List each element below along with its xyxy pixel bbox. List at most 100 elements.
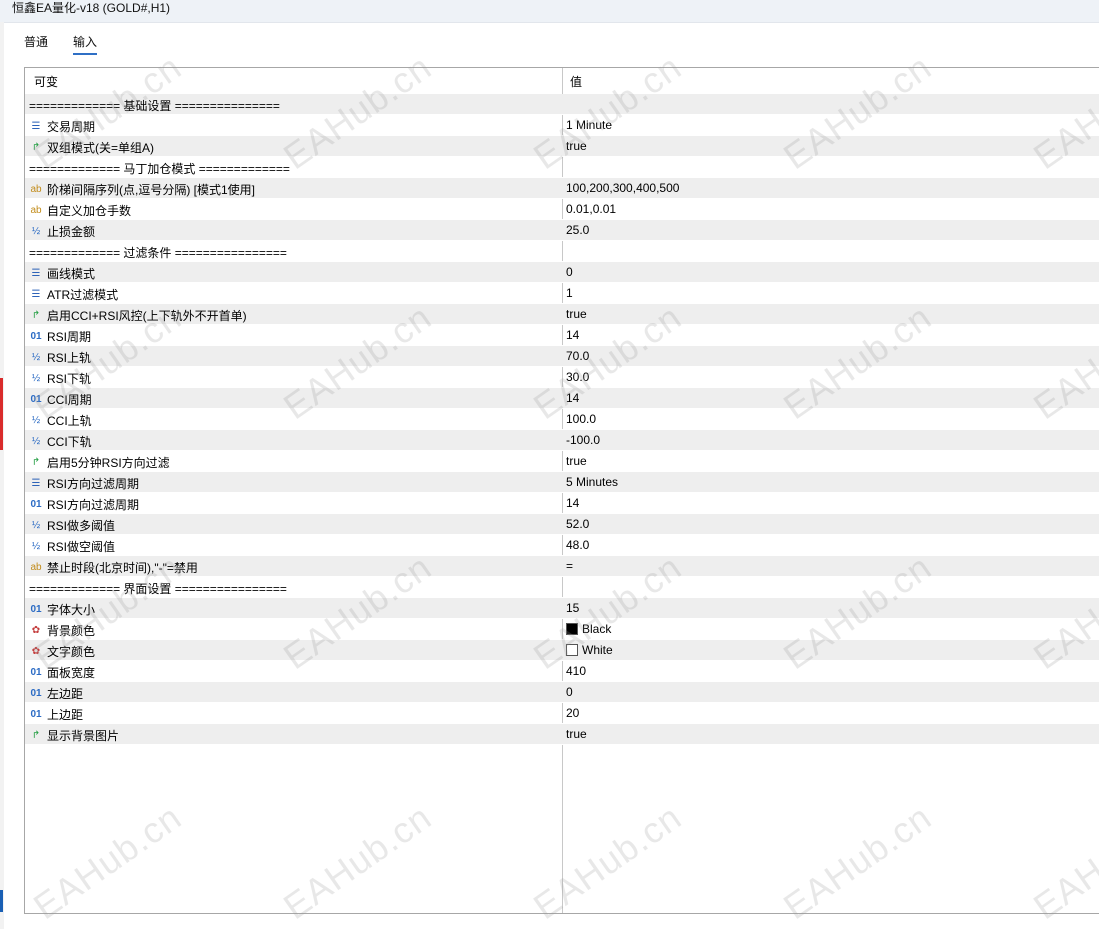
- param-value-text: 25.0: [566, 223, 590, 237]
- param-value-text: 1: [566, 286, 573, 300]
- param-value-text: true: [566, 307, 587, 321]
- param-row[interactable]: 01 左边距 0: [25, 682, 1099, 703]
- param-value[interactable]: 1 Minute: [566, 118, 612, 132]
- bool-icon: ↱: [31, 729, 41, 741]
- param-name-text: ATR过滤模式: [47, 288, 119, 302]
- param-name-text: RSI下轨: [47, 372, 92, 386]
- param-name-text: 阶梯间隔序列(点,逗号分隔) [模式1使用]: [47, 183, 256, 197]
- param-row[interactable]: ½ CCI上轨 100.0: [25, 409, 1099, 430]
- tab-inputs[interactable]: 输入: [73, 33, 98, 55]
- string-icon: ab: [30, 183, 42, 195]
- param-value-text: true: [566, 727, 587, 741]
- param-name: ab 自定义加仓手数: [29, 202, 131, 219]
- header-value[interactable]: 值: [570, 73, 582, 90]
- param-value[interactable]: 15: [566, 601, 579, 615]
- param-row[interactable]: ½ RSI做空阈值 48.0: [25, 535, 1099, 556]
- param-name: ½ RSI下轨: [29, 370, 91, 387]
- param-value-text: 1 Minute: [566, 118, 613, 132]
- param-row[interactable]: ½ RSI上轨 70.0: [25, 346, 1099, 367]
- param-row[interactable]: ☰ RSI方向过滤周期 5 Minutes: [25, 472, 1099, 493]
- param-value[interactable]: 14: [566, 328, 579, 342]
- param-row[interactable]: 01 面板宽度 410: [25, 661, 1099, 682]
- param-row[interactable]: 01 CCI周期 14: [25, 388, 1099, 409]
- double-icon: ½: [31, 519, 41, 531]
- section-header-row[interactable]: ============= 界面设置 ================: [25, 577, 1099, 598]
- param-value[interactable]: 5 Minutes: [566, 475, 618, 489]
- param-row[interactable]: ↱ 显示背景图片 true: [25, 724, 1099, 745]
- param-name: ½ CCI下轨: [29, 433, 92, 450]
- param-row[interactable]: ½ CCI下轨 -100.0: [25, 430, 1099, 451]
- param-name-text: CCI下轨: [47, 435, 92, 449]
- param-value-text: 100.0: [566, 412, 597, 426]
- param-row[interactable]: 01 字体大小 15: [25, 598, 1099, 619]
- param-name: ✿ 背景颜色: [29, 622, 95, 639]
- param-row[interactable]: ab 阶梯间隔序列(点,逗号分隔) [模式1使用] 100,200,300,400,…: [25, 178, 1099, 199]
- param-name-text: CCI上轨: [47, 414, 92, 428]
- param-value[interactable]: true: [566, 727, 587, 741]
- param-row[interactable]: ½ 止损金额 25.0: [25, 220, 1099, 241]
- param-value-text: 14: [566, 391, 580, 405]
- left-edge-red-marker: [0, 378, 3, 450]
- param-value[interactable]: 0: [566, 685, 573, 699]
- param-value[interactable]: 25.0: [566, 223, 589, 237]
- param-value[interactable]: 70.0: [566, 349, 589, 363]
- param-value[interactable]: 1: [566, 286, 573, 300]
- param-value[interactable]: Black: [566, 622, 611, 636]
- param-row[interactable]: ab 禁止时段(北京时间),"-"=禁用 =: [25, 556, 1099, 577]
- param-row[interactable]: ½ RSI做多阈值 52.0: [25, 514, 1099, 535]
- param-value-text: -100.0: [566, 433, 601, 447]
- param-value[interactable]: 20: [566, 706, 579, 720]
- param-row[interactable]: ↱ 双组模式(关=单组A) true: [25, 136, 1099, 157]
- param-row[interactable]: ab 自定义加仓手数 0.01,0.01: [25, 199, 1099, 220]
- param-row[interactable]: ↱ 启用CCI+RSI风控(上下轨外不开首单) true: [25, 304, 1099, 325]
- param-row[interactable]: ↱ 启用5分钟RSI方向过滤 true: [25, 451, 1099, 472]
- param-value[interactable]: true: [566, 454, 587, 468]
- param-value[interactable]: 100.0: [566, 412, 596, 426]
- bool-icon: ↱: [31, 309, 41, 321]
- param-value[interactable]: 100,200,300,400,500: [566, 181, 679, 195]
- param-value[interactable]: true: [566, 139, 587, 153]
- param-row[interactable]: ✿ 背景颜色 Black: [25, 619, 1099, 640]
- param-value[interactable]: 30.0: [566, 370, 589, 384]
- section-header-row[interactable]: ============= 基础设置 ===============: [25, 94, 1099, 115]
- param-name-text: RSI做多阈值: [47, 519, 116, 533]
- param-name: 01 面板宽度: [29, 664, 95, 681]
- param-value[interactable]: White: [566, 643, 613, 657]
- param-name: ↱ 显示背景图片: [29, 727, 119, 744]
- header-variable[interactable]: 可变: [34, 73, 58, 90]
- param-value-text: 30.0: [566, 370, 590, 384]
- param-value[interactable]: true: [566, 307, 587, 321]
- window-titlebar: 恒鑫EA量化-v18 (GOLD#,H1): [0, 0, 1099, 23]
- param-name: ============= 马丁加仓模式 =============: [29, 160, 290, 177]
- tab-common[interactable]: 普通: [24, 33, 48, 50]
- param-row[interactable]: 01 RSI周期 14: [25, 325, 1099, 346]
- param-row[interactable]: ½ RSI下轨 30.0: [25, 367, 1099, 388]
- param-value[interactable]: 14: [566, 391, 579, 405]
- param-row[interactable]: ☰ 交易周期 1 Minute: [25, 115, 1099, 136]
- param-name-text: RSI方向过滤周期: [47, 498, 140, 512]
- param-value[interactable]: 48.0: [566, 538, 589, 552]
- inputs-grid: 可变 值 ============= 基础设置 =============== ☰…: [24, 67, 1099, 914]
- enum-icon: ☰: [31, 288, 41, 300]
- param-row[interactable]: 01 上边距 20: [25, 703, 1099, 724]
- param-value[interactable]: =: [566, 559, 573, 573]
- param-value[interactable]: 0.01,0.01: [566, 202, 616, 216]
- param-value[interactable]: 14: [566, 496, 579, 510]
- param-value-text: 15: [566, 601, 580, 615]
- param-name-text: 双组模式(关=单组A): [47, 141, 155, 155]
- param-row[interactable]: ☰ ATR过滤模式 1: [25, 283, 1099, 304]
- param-row[interactable]: ✿ 文字颜色 White: [25, 640, 1099, 661]
- param-row[interactable]: 01 RSI方向过滤周期 14: [25, 493, 1099, 514]
- param-value[interactable]: 410: [566, 664, 586, 678]
- param-value[interactable]: 0: [566, 265, 573, 279]
- section-header-row[interactable]: ============= 马丁加仓模式 =============: [25, 157, 1099, 178]
- int-icon: 01: [30, 330, 42, 342]
- section-header-row[interactable]: ============= 过滤条件 ================: [25, 241, 1099, 262]
- param-name-text: ============= 马丁加仓模式 =============: [29, 162, 290, 176]
- enum-icon: ☰: [31, 120, 41, 132]
- param-name: 01 上边距: [29, 706, 83, 723]
- param-value[interactable]: 52.0: [566, 517, 589, 531]
- param-value[interactable]: -100.0: [566, 433, 600, 447]
- param-row[interactable]: ☰ 画线模式 0: [25, 262, 1099, 283]
- window-title: 恒鑫EA量化-v18 (GOLD#,H1): [12, 1, 171, 15]
